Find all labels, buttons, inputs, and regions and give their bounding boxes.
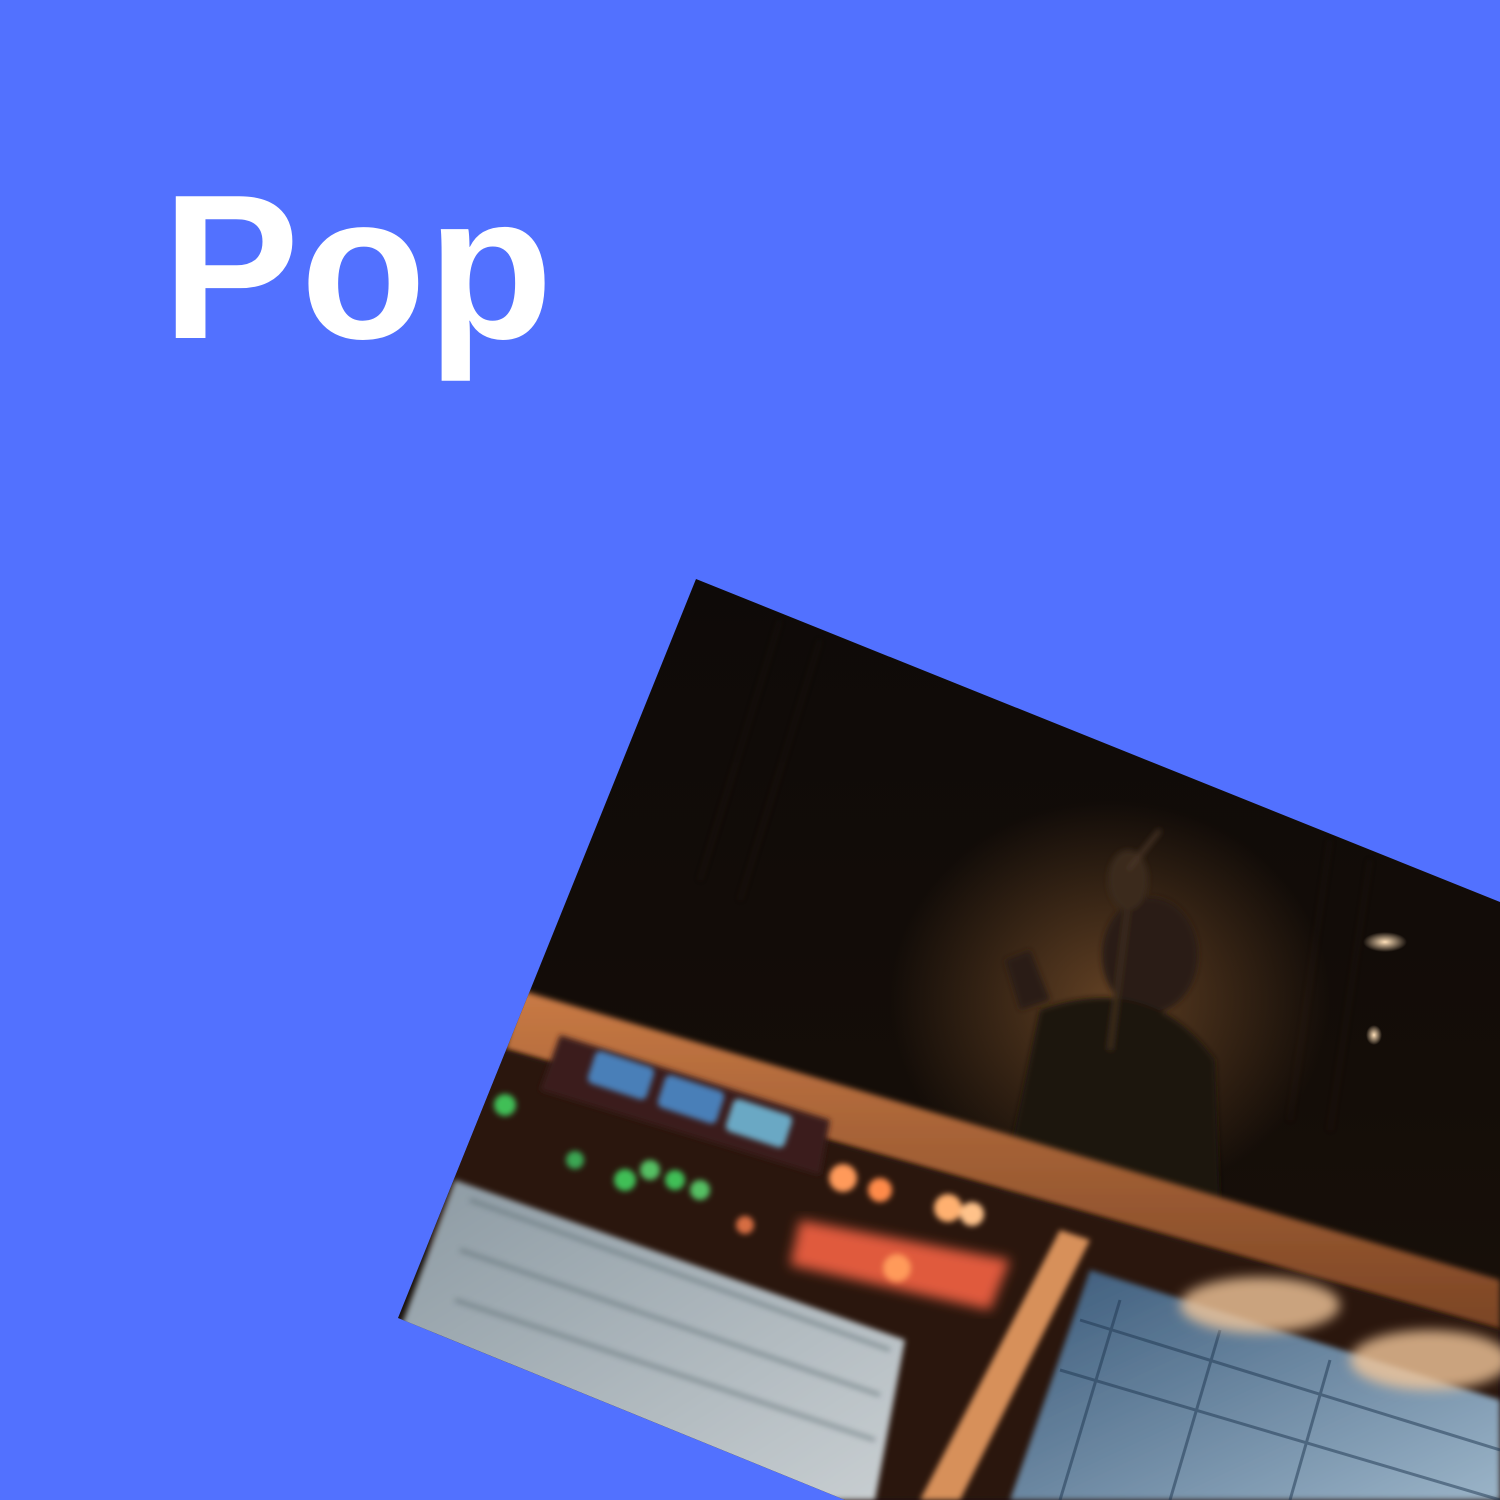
playlist-cover-card: Pop	[0, 0, 1500, 1500]
recording-studio-photo	[398, 579, 1500, 1500]
